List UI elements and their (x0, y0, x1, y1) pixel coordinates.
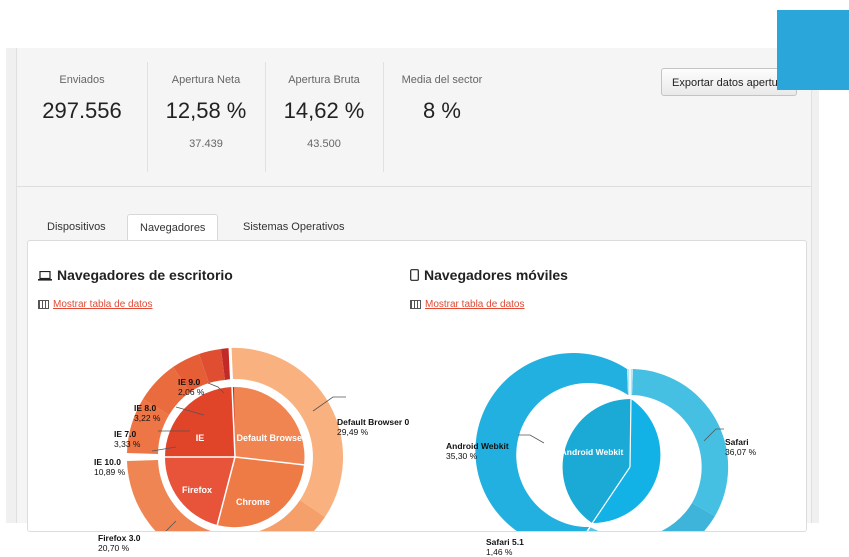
callout-ie7: IE 7.0 3,33 % (114, 429, 140, 449)
callout-name: IE 10.0 (94, 457, 121, 467)
callout-ie9: IE 9.0 2,06 % (178, 377, 204, 397)
stat-value: 14,62 % (283, 98, 365, 123)
callout-value: 29,49 % (337, 427, 369, 437)
desktop-link-text: Mostrar tabla de datos (53, 299, 153, 310)
stat-gross-open: Apertura Bruta 14,62 % 43.500 (265, 62, 384, 172)
inner-label-safari: Safari (652, 485, 676, 495)
stat-label: Apertura Bruta (288, 74, 360, 86)
desktop-browsers-title: Navegadores de escritorio (38, 267, 233, 284)
inner-label-android: Android Webkit (561, 447, 624, 457)
callout-name: IE 7.0 (114, 429, 137, 439)
callout-value: 20,70 % (98, 543, 130, 553)
blue-overlay-square (777, 10, 849, 90)
stat-value: 297.556 (42, 98, 122, 123)
report-panel: Enviados 297.556 Apertura Neta 12,58 % 3… (16, 48, 812, 557)
callout-ie10: IE 10.0 10,89 % (94, 457, 125, 477)
callout-name: Safari 5.1 (486, 537, 524, 547)
stat-sector-avg: Media del sector 8 % (383, 62, 501, 172)
desktop-title-text: Navegadores de escritorio (57, 267, 233, 283)
tab-browsers[interactable]: Navegadores (127, 214, 219, 242)
tab-operating-systems[interactable]: Sistemas Operativos (231, 214, 356, 240)
callout-value: 10,89 % (94, 467, 126, 477)
stat-label: Media del sector (401, 74, 483, 86)
callout-ie8: IE 8.0 3,22 % (134, 403, 160, 423)
stats-bar: Enviados 297.556 Apertura Neta 12,58 % 3… (17, 48, 811, 187)
callout-value: 3,33 % (114, 439, 141, 449)
stat-sub: 43.500 (307, 138, 341, 150)
stat-sent: Enviados 297.556 (17, 62, 148, 172)
inner-label-chrome: Chrome (236, 497, 270, 507)
callout-name: IE 8.0 (134, 403, 157, 413)
callout-safari: Safari 36,07 % (725, 437, 756, 457)
callout-firefox3: Firefox 3.0 20,70 % (98, 533, 141, 553)
callout-android-webkit: Android Webkit 35,30 % (446, 441, 509, 461)
callout-name: Safari (725, 437, 749, 447)
inner-label-default: Default Browser (236, 433, 306, 443)
mobile-browsers-title: Navegadores móviles (410, 267, 568, 284)
mobile-show-table-link[interactable]: Mostrar tabla de datos (410, 299, 525, 310)
callout-name: IE 9.0 (178, 377, 201, 387)
inner-label-firefox: Firefox (182, 485, 212, 495)
mobile-title-text: Navegadores móviles (424, 267, 568, 283)
mobile-browsers-chart: Android Webkit Safari (475, 353, 729, 531)
callout-value: 35,30 % (446, 451, 478, 461)
stat-label: Apertura Neta (171, 74, 241, 86)
callout-value: 36,07 % (725, 447, 757, 457)
tab-devices[interactable]: Dispositivos (35, 214, 118, 240)
callout-safari-51: Safari 5.1 1,46 % (486, 537, 524, 557)
stat-net-open: Apertura Neta 12,58 % 37.439 (147, 62, 266, 172)
callout-name: Default Browser 0 (337, 417, 410, 427)
stat-value: 12,58 % (165, 98, 247, 123)
laptop-icon (38, 268, 52, 284)
callout-default-browser: Default Browser 0 29,49 % (337, 417, 409, 437)
callout-value: 3,22 % (134, 413, 161, 423)
callout-value: 1,46 % (486, 547, 513, 557)
table-icon (410, 299, 421, 309)
mobile-link-text: Mostrar tabla de datos (425, 299, 525, 310)
callout-name: Firefox 3.0 (98, 533, 141, 543)
tab-content: Navegadores de escritorio Mostrar tabla … (27, 240, 807, 557)
desktop-show-table-link[interactable]: Mostrar tabla de datos (38, 299, 153, 310)
table-icon (38, 299, 49, 309)
mobile-phone-icon (410, 268, 419, 284)
dashboard-shell: Enviados 297.556 Apertura Neta 12,58 % 3… (6, 48, 819, 557)
callout-value: 2,06 % (178, 387, 205, 397)
stat-sub: 37.439 (189, 138, 223, 150)
inner-label-ie: IE (196, 433, 205, 443)
stat-label: Enviados (59, 74, 105, 86)
stat-value: 8 % (423, 98, 461, 123)
callout-name: Android Webkit (446, 441, 509, 451)
